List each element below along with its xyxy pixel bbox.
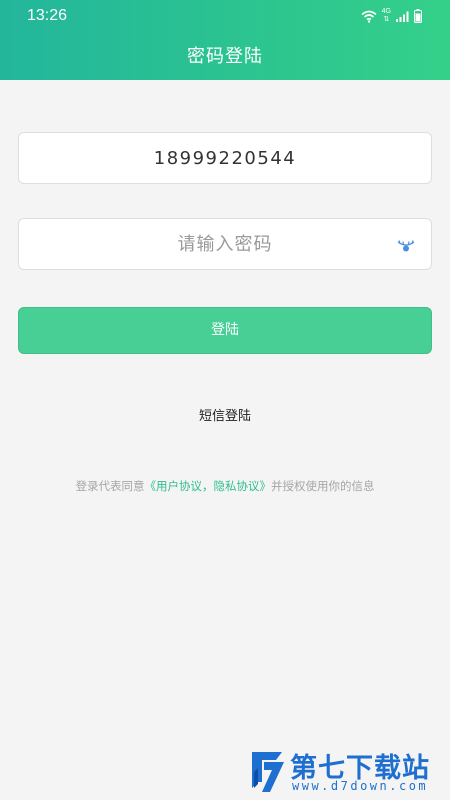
phone-field[interactable] — [18, 132, 432, 184]
battery-icon — [414, 9, 422, 23]
agreement-suffix: 并授权使用你的信息 — [271, 479, 375, 493]
status-time: 13:26 — [27, 7, 68, 24]
phone-input[interactable] — [19, 133, 431, 183]
watermark-logo — [252, 752, 284, 792]
login-button[interactable]: 登陆 — [18, 307, 432, 354]
signal-icon — [396, 11, 409, 22]
app-header: 13:26 4G ⇅ 密码登陆 — [0, 0, 450, 80]
watermark-url: www.d7down.com — [292, 779, 429, 793]
wifi-icon — [361, 10, 377, 23]
status-bar: 13:26 4G ⇅ — [0, 0, 450, 32]
password-input[interactable] — [19, 219, 431, 269]
page-title: 密码登陆 — [187, 46, 263, 67]
sms-login-link[interactable]: 短信登陆 — [0, 405, 450, 424]
eye-icon[interactable] — [397, 237, 415, 253]
status-icons: 4G ⇅ — [361, 8, 422, 24]
password-field[interactable] — [18, 218, 432, 270]
network-type-label: 4G ⇅ — [381, 8, 391, 23]
watermark: 第七下载站 www.d7down.com — [248, 746, 444, 796]
agreement-prefix: 登录代表同意 — [75, 479, 145, 493]
agreement-link[interactable]: 《用户协议，隐私协议》 — [145, 479, 272, 493]
agreement-text: 登录代表同意《用户协议，隐私协议》并授权使用你的信息 — [0, 478, 450, 494]
